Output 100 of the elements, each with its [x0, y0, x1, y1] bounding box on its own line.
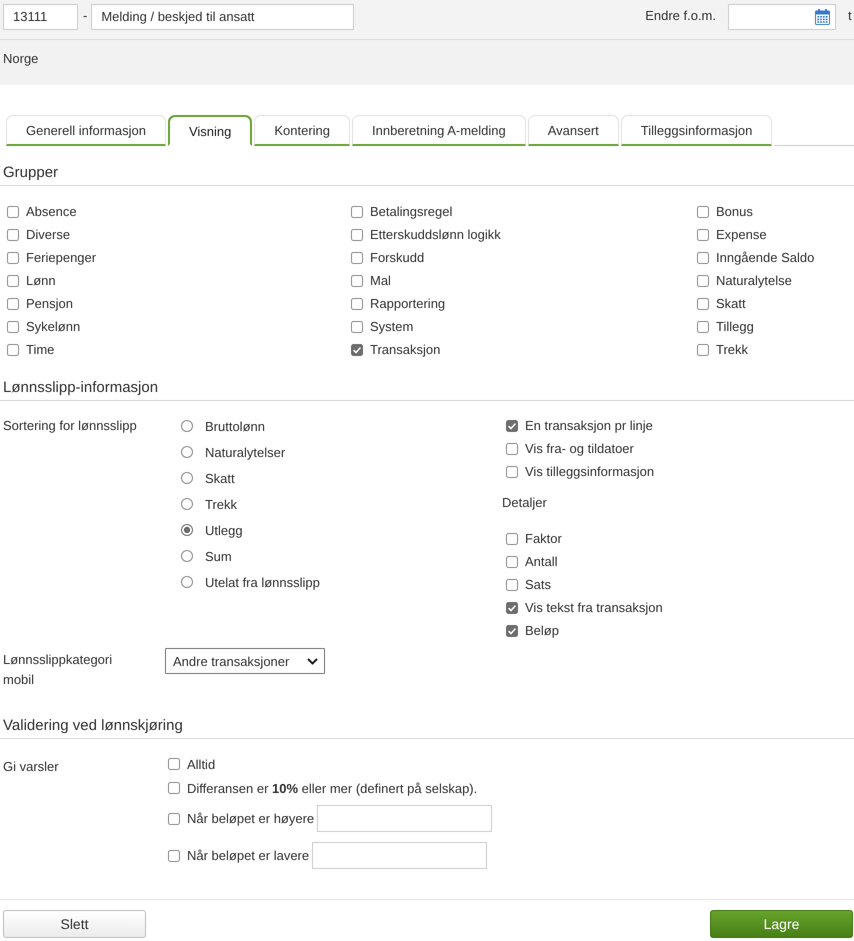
country-text: Norge — [3, 50, 38, 67]
checkbox-label: Alltid — [187, 756, 216, 772]
checkbox-label: Forskudd — [370, 250, 424, 265]
checkbox[interactable] — [506, 602, 518, 614]
checkbox-label: Vis tekst fra transaksjon — [525, 600, 663, 615]
checkbox-label: Pensjon — [26, 296, 73, 311]
checkbox-label: Tillegg — [716, 319, 754, 334]
checkbox[interactable] — [697, 206, 709, 218]
section-heading: Grupper — [0, 163, 854, 186]
checkbox[interactable] — [351, 274, 363, 286]
checkbox[interactable] — [697, 252, 709, 264]
radio-button[interactable] — [181, 550, 193, 562]
checkbox[interactable] — [697, 320, 709, 332]
checkbox-label: Når beløpet er lavere — [187, 848, 310, 863]
checkbox-label: Feriepenger — [26, 250, 96, 265]
tab[interactable]: Kontering — [254, 115, 350, 146]
checkbox[interactable] — [697, 344, 709, 356]
checkbox-label: Transaksjon — [370, 342, 440, 357]
radio-button[interactable] — [181, 524, 193, 536]
checkbox[interactable] — [351, 206, 363, 218]
radio-label: Skatt — [205, 470, 235, 486]
checkbox[interactable] — [7, 298, 19, 310]
tab[interactable]: Avansert — [528, 115, 619, 146]
tab[interactable]: Generell informasjon — [6, 115, 166, 146]
checkbox-label: Vis tilleggsinformasjon — [525, 464, 654, 479]
checkbox[interactable] — [697, 298, 709, 310]
section-heading: Validering ved lønnskjøring — [0, 716, 854, 739]
checkbox[interactable] — [351, 252, 363, 264]
radio-button[interactable] — [181, 498, 193, 510]
checkbox-label: Mal — [370, 273, 391, 288]
radio-label: Sum — [205, 548, 232, 564]
checkbox[interactable] — [7, 274, 19, 286]
field-label: Gi varsler — [3, 758, 59, 776]
section-heading: Lønnsslipp-informasjon — [0, 378, 854, 401]
checkbox-label: Antall — [525, 554, 558, 569]
radio-button[interactable] — [181, 446, 193, 458]
tab[interactable]: Visning — [168, 115, 252, 146]
subsection-label: Detaljer — [502, 494, 547, 512]
checkbox[interactable] — [506, 532, 518, 544]
amount-field[interactable] — [312, 842, 488, 869]
radio-label: Bruttolønn — [205, 418, 265, 434]
checkbox[interactable] — [168, 782, 180, 794]
checkbox-label: Beløp — [525, 623, 559, 638]
checkbox-label: System — [370, 319, 414, 334]
checkbox-label: Absence — [26, 204, 77, 219]
delete-button[interactable]: Slett — [3, 910, 146, 938]
radio-label: Naturalytelser — [205, 444, 286, 460]
checkbox[interactable] — [506, 578, 518, 590]
checkbox-label: Faktor — [525, 531, 562, 546]
checkbox-label: Bonus — [716, 204, 753, 219]
checkbox-label: Time — [26, 342, 54, 357]
tab[interactable]: Tilleggsinformasjon — [620, 115, 772, 146]
date-label: Endre f.o.m. — [645, 7, 716, 25]
checkbox[interactable] — [168, 850, 180, 862]
checkbox[interactable] — [351, 320, 363, 332]
category-dropdown[interactable]: Andre transaksjoner — [165, 648, 325, 674]
checkbox-label: Sats — [525, 577, 552, 592]
checkbox[interactable] — [7, 252, 19, 264]
checkbox[interactable] — [7, 344, 19, 356]
code-field[interactable]: 13111 — [3, 4, 78, 30]
checkbox[interactable] — [506, 624, 518, 636]
checkbox-label: Expense — [716, 227, 767, 242]
checkbox-label: Vis fra- og tildatoer — [525, 441, 634, 456]
save-button[interactable]: Lagre — [710, 910, 853, 938]
date-field[interactable] — [728, 4, 836, 30]
tab[interactable]: Innberetning A-melding — [352, 115, 526, 146]
radio-button[interactable] — [181, 472, 193, 484]
checkbox[interactable] — [506, 466, 518, 478]
checkbox[interactable] — [7, 206, 19, 218]
checkbox[interactable] — [506, 442, 518, 454]
checkbox[interactable] — [168, 758, 180, 770]
checkbox-label: Betalingsregel — [370, 204, 452, 219]
checkbox-label: Etterskuddslønn logikk — [370, 227, 501, 242]
cut-off-label: t — [848, 7, 853, 25]
name-field[interactable]: Melding / beskjed til ansatt — [91, 4, 354, 30]
checkbox[interactable] — [351, 298, 363, 310]
calendar-icon[interactable] — [815, 9, 830, 25]
checkbox-label: Skatt — [716, 296, 746, 311]
separator-text: - — [83, 7, 88, 25]
amount-field[interactable] — [317, 805, 492, 832]
checkbox-label: Naturalytelse — [716, 273, 792, 288]
checkbox[interactable] — [7, 320, 19, 332]
checkbox[interactable] — [506, 420, 518, 432]
checkbox[interactable] — [7, 228, 19, 240]
checkbox[interactable] — [168, 812, 180, 824]
checkbox-label: En transaksjon pr linje — [525, 418, 653, 433]
radio-button[interactable] — [181, 576, 193, 588]
radio-label: Trekk — [205, 496, 238, 512]
radio-button[interactable] — [181, 420, 193, 432]
checkbox[interactable] — [697, 228, 709, 240]
checkbox-label: Sykelønn — [26, 319, 80, 334]
checkbox[interactable] — [697, 274, 709, 286]
checkbox[interactable] — [506, 556, 518, 568]
field-label: Lønnsslippkategori mobil — [3, 651, 114, 689]
checkbox-label: Når beløpet er høyere — [187, 811, 314, 826]
checkbox[interactable] — [351, 344, 363, 356]
checkbox-label: Inngående Saldo — [716, 250, 814, 265]
checkbox[interactable] — [351, 228, 363, 240]
chevron-down-icon — [307, 658, 318, 664]
radio-label: Utlegg — [205, 522, 243, 538]
